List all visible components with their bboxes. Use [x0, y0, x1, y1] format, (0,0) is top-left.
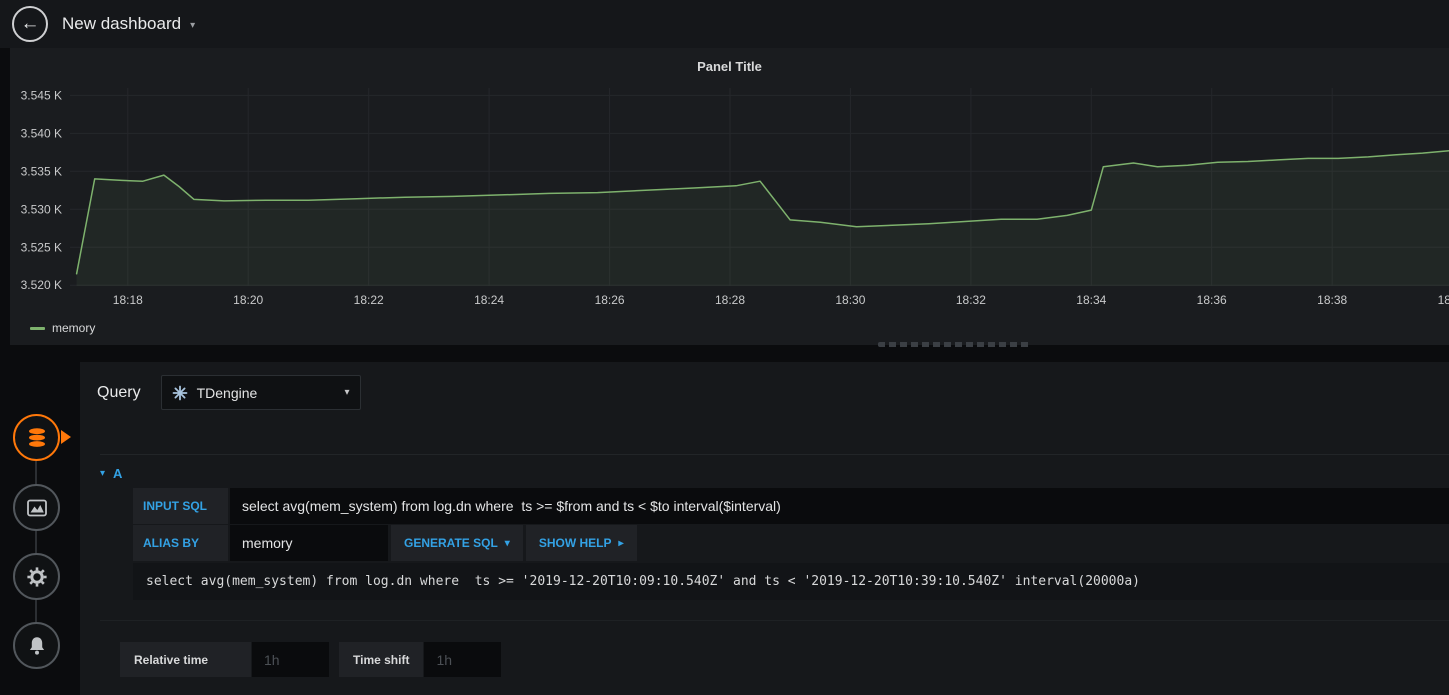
tab-alert[interactable] [13, 622, 60, 669]
svg-text:3.530 K: 3.530 K [21, 202, 62, 216]
active-tab-arrow-icon [61, 430, 71, 444]
panel-resize-scroll-handle[interactable] [878, 342, 1030, 347]
tab-visualization[interactable] [13, 484, 60, 531]
legend-series-label: memory [52, 321, 96, 335]
caret-down-icon: ▾ [504, 537, 510, 549]
tab-general[interactable] [13, 553, 60, 600]
panel-title[interactable]: Panel Title [10, 48, 1449, 74]
show-help-label: SHOW HELP [538, 536, 612, 550]
legend-color-swatch [30, 326, 45, 330]
gear-icon [26, 566, 47, 587]
svg-text:18:30: 18:30 [835, 293, 865, 307]
query-ref-collapse-row[interactable]: ▾ A [100, 454, 1449, 484]
input-sql-label: INPUT SQL [133, 488, 228, 524]
datasource-picker[interactable]: TDengine ▾ [160, 375, 361, 410]
section-divider [100, 620, 1449, 621]
svg-text:18:24: 18:24 [474, 293, 504, 307]
caret-right-icon: ▸ [618, 537, 624, 549]
legend-item-memory[interactable]: memory [30, 318, 95, 338]
svg-text:3.540 K: 3.540 K [21, 126, 62, 140]
chevron-down-icon: ▾ [344, 387, 350, 398]
alias-by-field[interactable] [230, 525, 388, 561]
svg-text:3.525 K: 3.525 K [21, 240, 62, 254]
generate-sql-label: GENERATE SQL [404, 536, 498, 550]
chart-icon [26, 499, 47, 516]
collapse-caret-icon: ▾ [100, 468, 106, 479]
alias-by-label: ALIAS BY [133, 525, 228, 561]
dashboard-title: New dashboard [62, 14, 182, 33]
alias-by-row: ALIAS BY GENERATE SQL ▾ SHOW HELP ▸ [133, 525, 1449, 561]
query-editor-pane: Query TDengine ▾ ▾ A INPUT SQL ALIAS BY … [80, 362, 1449, 695]
input-sql-row: INPUT SQL [133, 488, 1449, 524]
svg-text:3.520 K: 3.520 K [21, 278, 62, 292]
database-icon [28, 427, 45, 447]
time-shift-field[interactable] [424, 642, 502, 677]
svg-text:18:40: 18:40 [1438, 293, 1449, 307]
edit-tab-rail [0, 362, 80, 695]
datasource-name: TDengine [196, 384, 258, 401]
svg-text:18:38: 18:38 [1317, 293, 1347, 307]
relative-time-field[interactable] [252, 642, 329, 677]
tab-connector-line [35, 437, 37, 647]
generate-sql-button[interactable]: GENERATE SQL ▾ [391, 525, 523, 561]
svg-text:3.545 K: 3.545 K [21, 88, 62, 102]
graph-panel: Panel Title 18:18 18:20 18:22 18:24 18:26 18:… [10, 48, 1449, 345]
tab-queries[interactable] [13, 414, 60, 461]
arrow-left-icon: ← [20, 13, 40, 34]
header-bar: ← New dashboard ▾ [0, 0, 1449, 48]
relative-time-label: Relative time [120, 642, 251, 677]
generated-sql-preview: select avg(mem_system) from log.dn where… [133, 563, 1449, 600]
svg-text:18:32: 18:32 [956, 293, 986, 307]
svg-text:18:18: 18:18 [113, 293, 143, 307]
query-section-title: Query [97, 383, 141, 401]
input-sql-field[interactable] [230, 488, 1449, 524]
chevron-down-icon: ▾ [190, 20, 196, 31]
back-button[interactable]: ← [12, 6, 48, 42]
svg-text:18:26: 18:26 [595, 293, 625, 307]
svg-text:18:36: 18:36 [1197, 293, 1227, 307]
svg-text:18:34: 18:34 [1076, 293, 1106, 307]
tdengine-logo-icon [172, 385, 187, 400]
show-help-button[interactable]: SHOW HELP ▸ [525, 525, 637, 561]
timeseries-chart[interactable]: 18:18 18:20 18:22 18:24 18:26 18:28 18:30 18:32… [10, 84, 1449, 316]
time-options-row: Relative time Time shift [120, 642, 502, 677]
time-shift-label: Time shift [339, 642, 424, 677]
dashboard-title-dropdown[interactable]: New dashboard ▾ [62, 14, 195, 34]
bell-icon [29, 636, 44, 655]
query-header-row: Query TDengine ▾ [97, 375, 361, 410]
svg-text:18:20: 18:20 [233, 293, 263, 307]
query-ref-letter: A [113, 466, 123, 481]
svg-text:18:22: 18:22 [354, 293, 384, 307]
grafana-panel-edit-page: { "icons": { "back_arrow": "←", "caret_d… [0, 0, 1449, 695]
svg-text:18:28: 18:28 [715, 293, 745, 307]
svg-text:3.535 K: 3.535 K [21, 164, 62, 178]
